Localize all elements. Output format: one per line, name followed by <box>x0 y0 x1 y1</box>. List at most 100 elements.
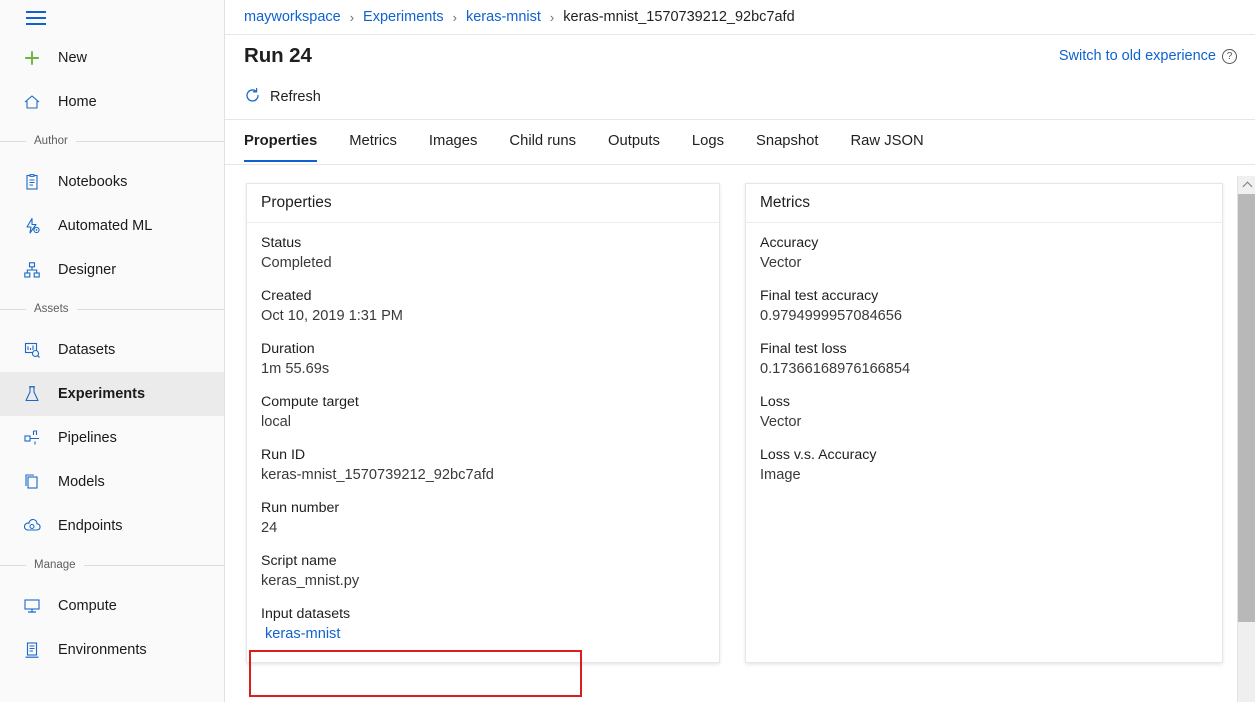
metrics-card-body: Accuracy Vector Final test accuracy 0.97… <box>746 223 1222 503</box>
metric-value: 0.9794999957084656 <box>760 306 1208 327</box>
property-key: Compute target <box>261 393 705 412</box>
vertical-scrollbar[interactable] <box>1237 176 1255 702</box>
property-row: Status Completed <box>261 234 705 274</box>
property-value: 1m 55.69s <box>261 359 705 380</box>
property-key: Run ID <box>261 446 705 465</box>
flask-icon <box>22 383 48 405</box>
metric-row: Loss Vector <box>760 393 1208 433</box>
tab-snapshot[interactable]: Snapshot <box>756 120 819 162</box>
switch-experience-group: Switch to old experience ? <box>1059 48 1237 64</box>
tab-bar: Properties Metrics Images Child runs Out… <box>225 120 1255 162</box>
sidebar-item-label: Endpoints <box>58 519 123 534</box>
sidebar-item-label: Datasets <box>58 343 115 358</box>
notebook-icon <box>22 171 48 193</box>
sidebar-item-automated-ml[interactable]: Automated ML <box>0 204 224 248</box>
breadcrumb-item-experiment[interactable]: keras-mnist <box>466 9 541 25</box>
refresh-button[interactable]: Refresh <box>244 87 321 108</box>
metric-value: 0.17366168976166854 <box>760 359 1208 380</box>
property-value: keras-mnist_1570739212_92bc7afd <box>261 465 705 486</box>
sidebar-item-compute[interactable]: Compute <box>0 584 224 628</box>
tab-label: Raw JSON <box>851 133 924 149</box>
tab-child-runs[interactable]: Child runs <box>509 120 576 162</box>
property-row: Script name keras_mnist.py <box>261 552 705 592</box>
properties-card-title: Properties <box>247 184 719 223</box>
scrollbar-track[interactable] <box>1238 622 1255 702</box>
sidebar-item-environments[interactable]: Environments <box>0 628 224 672</box>
designer-icon <box>22 259 48 281</box>
sidebar-item-notebooks[interactable]: Notebooks <box>0 160 224 204</box>
sidebar-item-pipelines[interactable]: Pipelines <box>0 416 224 460</box>
refresh-icon <box>244 87 261 108</box>
breadcrumb-item-workspace[interactable]: mayworkspace <box>244 9 341 25</box>
metric-key: Accuracy <box>760 234 1208 253</box>
property-row-input-datasets: Input datasets keras-mnist <box>261 605 705 645</box>
property-value: 24 <box>261 518 705 539</box>
divider-left <box>0 309 26 310</box>
tab-outputs[interactable]: Outputs <box>608 120 660 162</box>
datasets-icon <box>22 339 48 361</box>
sidebar-section-author: Author <box>0 128 224 154</box>
sidebar-item-label: Notebooks <box>58 175 127 190</box>
tab-label: Images <box>429 133 478 149</box>
properties-card-body: Status Completed Created Oct 10, 2019 1:… <box>247 223 719 662</box>
help-icon[interactable]: ? <box>1222 49 1237 64</box>
command-bar: Refresh <box>225 77 1255 117</box>
sidebar-item-experiments[interactable]: Experiments <box>0 372 224 416</box>
plus-icon <box>22 47 48 69</box>
sidebar-item-home[interactable]: Home <box>0 80 224 124</box>
sidebar: New Home Author Notebooks Automated ML <box>0 0 225 702</box>
property-value: Completed <box>261 253 705 274</box>
tab-raw-json[interactable]: Raw JSON <box>851 120 924 162</box>
hamburger-icon[interactable] <box>26 11 46 25</box>
properties-card: Properties Status Completed Created Oct … <box>246 183 720 663</box>
tab-label: Snapshot <box>756 133 819 149</box>
divider-left <box>0 141 26 142</box>
breadcrumb-item-experiments[interactable]: Experiments <box>363 9 444 25</box>
compute-icon <box>22 595 48 617</box>
tab-logs[interactable]: Logs <box>692 120 724 162</box>
tab-images[interactable]: Images <box>429 120 478 162</box>
sidebar-section-manage: Manage <box>0 552 224 578</box>
sidebar-item-label: Environments <box>58 643 147 658</box>
tab-properties[interactable]: Properties <box>244 120 317 162</box>
tab-metrics[interactable]: Metrics <box>349 120 397 162</box>
property-key: Status <box>261 234 705 253</box>
tab-label: Logs <box>692 133 724 149</box>
tab-label: Outputs <box>608 133 660 149</box>
breadcrumb-item-run: keras-mnist_1570739212_92bc7afd <box>563 9 794 25</box>
divider-right <box>77 309 224 310</box>
sidebar-item-designer[interactable]: Designer <box>0 248 224 292</box>
sidebar-item-label: Models <box>58 475 105 490</box>
metrics-card-title: Metrics <box>746 184 1222 223</box>
metric-row: Final test accuracy 0.9794999957084656 <box>760 287 1208 327</box>
property-key: Input datasets <box>261 605 705 624</box>
sidebar-header <box>0 0 224 36</box>
tab-label: Metrics <box>349 133 397 149</box>
scrollbar-thumb[interactable] <box>1238 194 1255 622</box>
breadcrumb-separator: › <box>550 10 554 25</box>
models-icon <box>22 471 48 493</box>
cards-container: Properties Status Completed Created Oct … <box>225 165 1255 663</box>
sidebar-item-label: New <box>58 51 87 66</box>
sidebar-item-models[interactable]: Models <box>0 460 224 504</box>
sidebar-section-label: Assets <box>34 303 69 315</box>
scroll-up-button[interactable] <box>1238 176 1255 194</box>
home-icon <box>22 91 48 113</box>
metric-value: Vector <box>760 253 1208 274</box>
sidebar-item-datasets[interactable]: Datasets <box>0 328 224 372</box>
input-dataset-link[interactable]: keras-mnist <box>261 624 705 645</box>
sidebar-item-endpoints[interactable]: Endpoints <box>0 504 224 548</box>
property-row: Compute target local <box>261 393 705 433</box>
metric-row: Final test loss 0.17366168976166854 <box>760 340 1208 380</box>
divider-right <box>84 565 224 566</box>
property-row: Run ID keras-mnist_1570739212_92bc7afd <box>261 446 705 486</box>
property-value: keras_mnist.py <box>261 571 705 592</box>
divider-left <box>0 565 26 566</box>
sidebar-section-assets: Assets <box>0 296 224 322</box>
property-key: Duration <box>261 340 705 359</box>
tab-label: Properties <box>244 133 317 149</box>
switch-to-old-experience-link[interactable]: Switch to old experience <box>1059 48 1216 64</box>
sidebar-item-new[interactable]: New <box>0 36 224 80</box>
property-row: Run number 24 <box>261 499 705 539</box>
property-row: Created Oct 10, 2019 1:31 PM <box>261 287 705 327</box>
